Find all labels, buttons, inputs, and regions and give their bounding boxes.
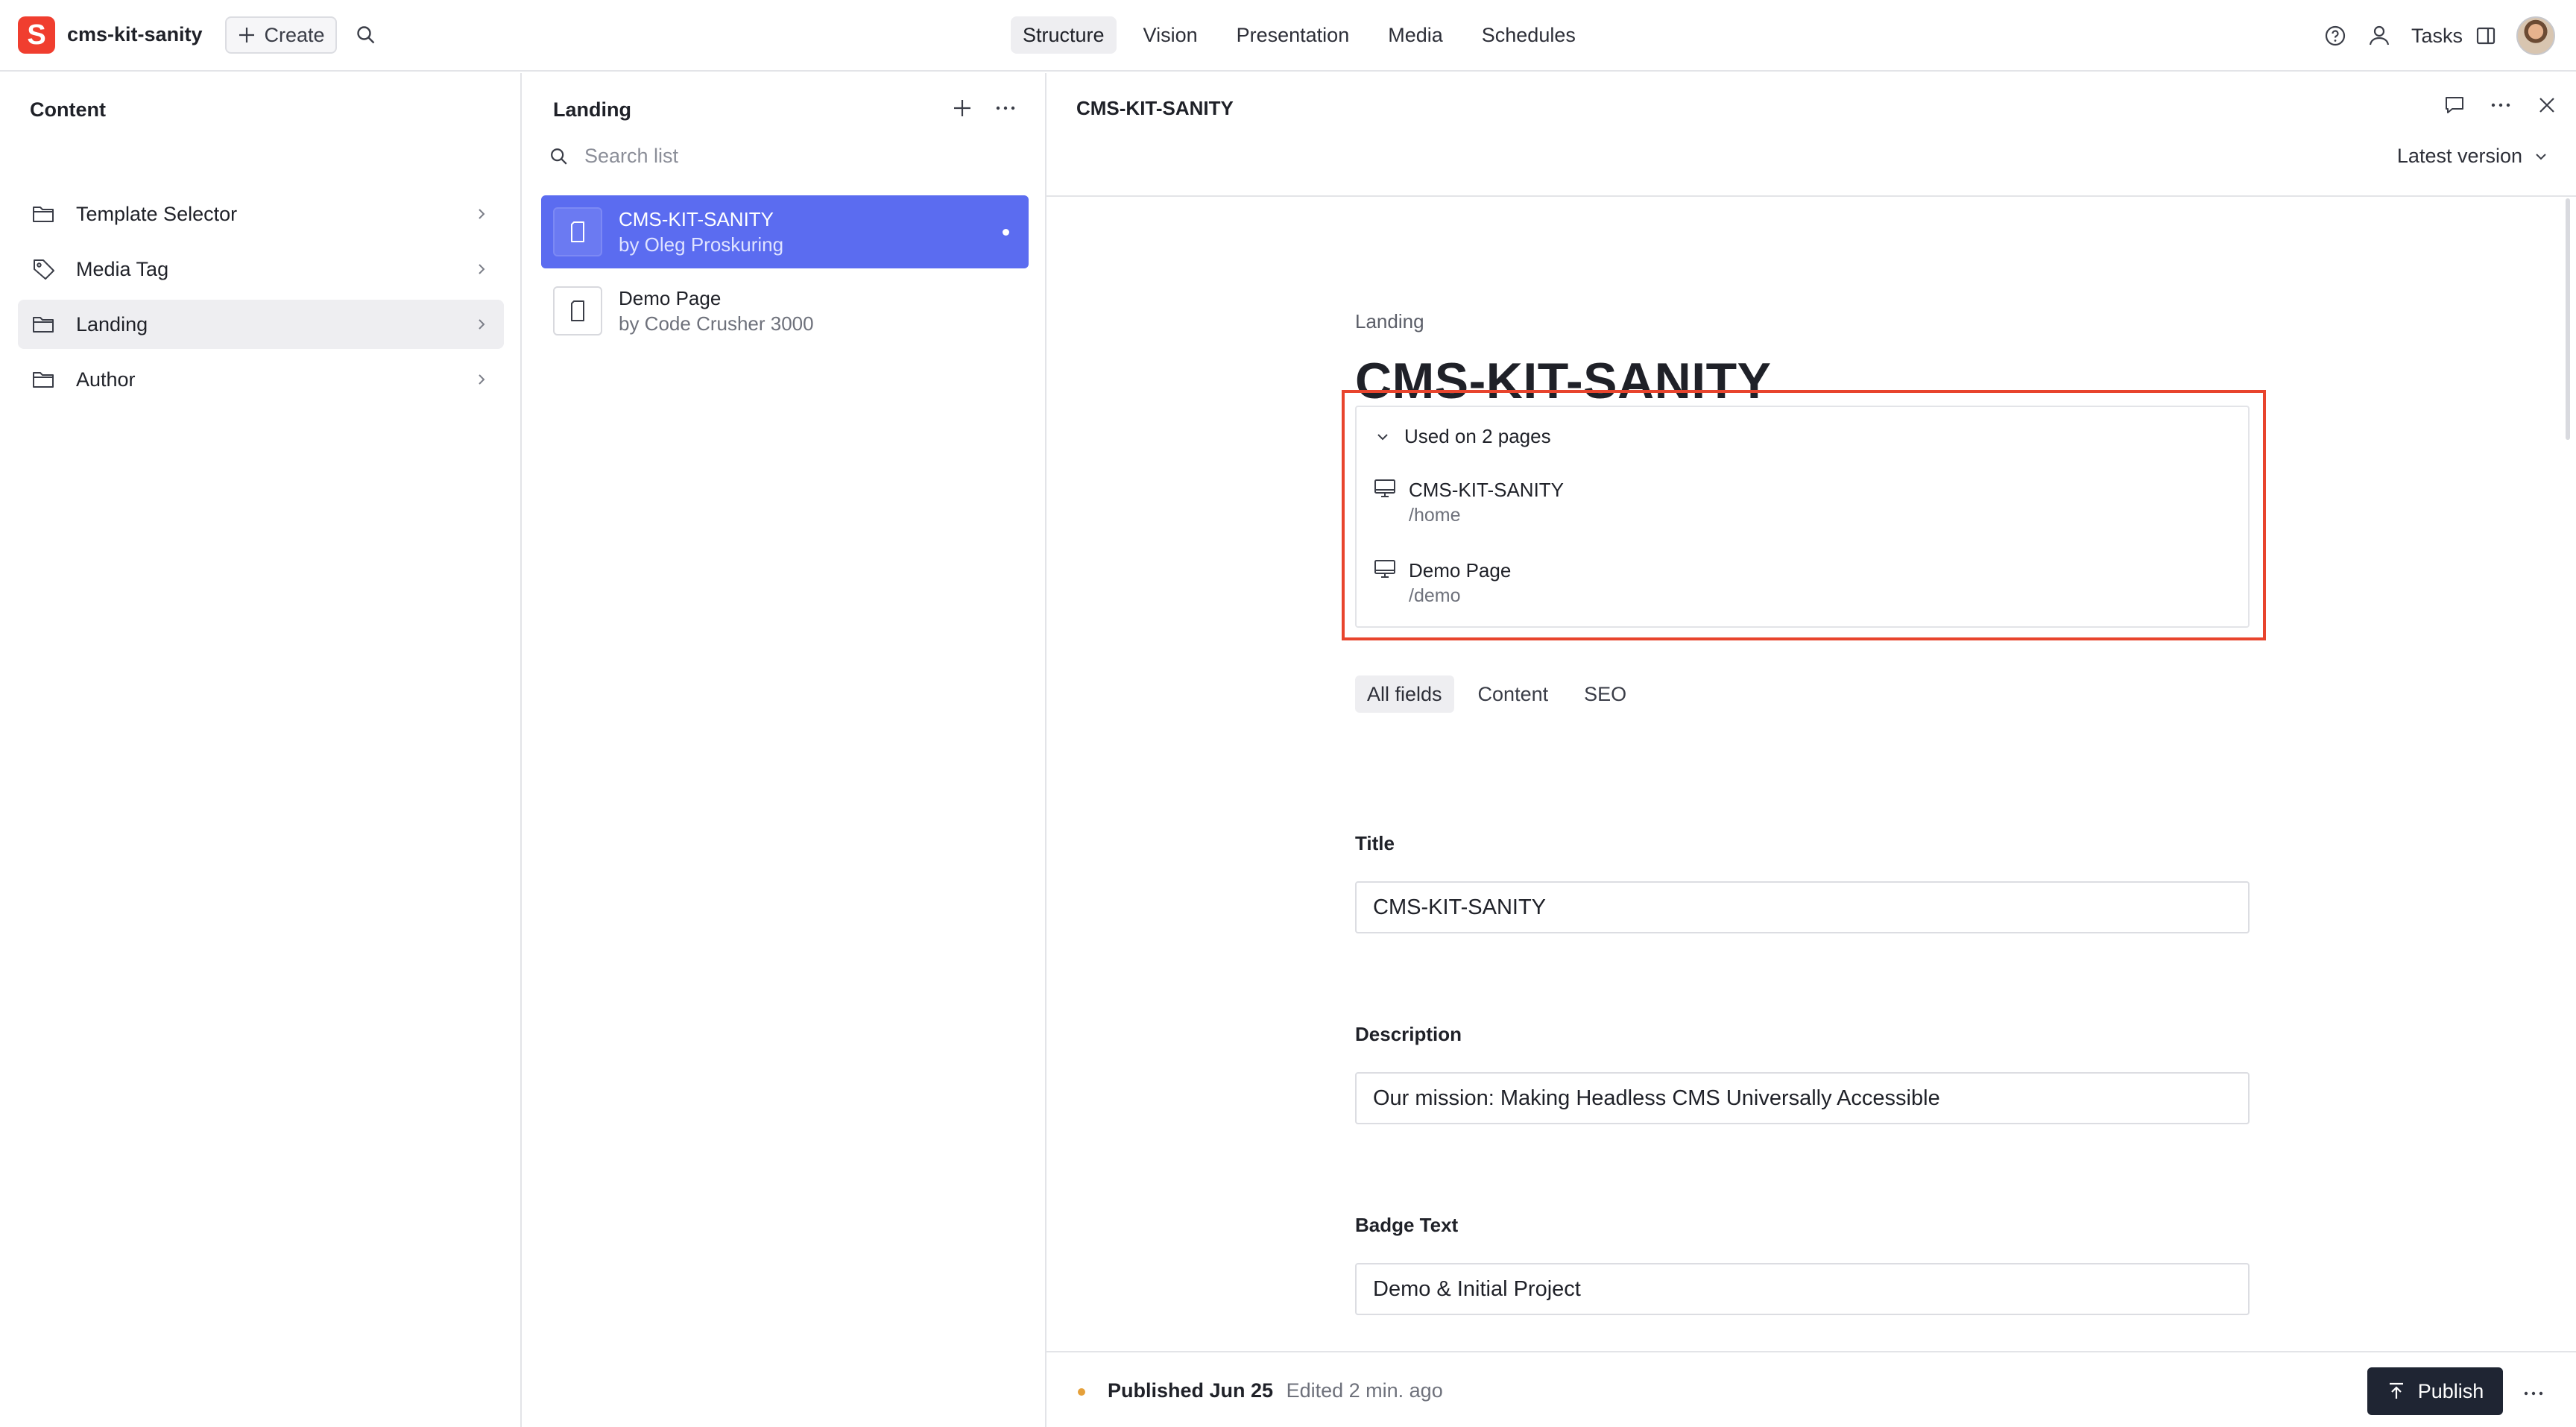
user-avatar[interactable] xyxy=(2516,16,2555,55)
create-button[interactable]: Create xyxy=(225,16,337,54)
menu-item-template-selector-row[interactable]: Template Selector xyxy=(18,189,504,239)
user-presence-icon[interactable] xyxy=(2367,23,2392,48)
document-title: CMS-KIT-SANITY xyxy=(619,208,774,230)
tag-icon xyxy=(34,259,54,280)
scrollbar[interactable] xyxy=(2566,198,2570,440)
chevron-down-icon xyxy=(1377,433,1388,440)
menu-item-label: Media Tag xyxy=(76,257,169,280)
usage-page-home[interactable]: CMS-KIT-SANITY /home xyxy=(1373,477,1564,528)
menu-item-landing[interactable]: Landing xyxy=(18,300,504,349)
workspace-name[interactable]: cms-kit-sanity xyxy=(67,23,203,46)
global-search-button[interactable] xyxy=(355,24,377,46)
close-icon[interactable] xyxy=(2536,94,2558,116)
desktop-icon xyxy=(1374,560,1395,578)
publish-button[interactable]: Publish xyxy=(2367,1367,2503,1415)
document-pane: CMS-KIT-SANITY Latest version Landing CM… xyxy=(1046,73,2576,1427)
create-button-label: Create xyxy=(264,23,325,46)
field-group-tabs: All fields Content SEO xyxy=(1355,675,1638,713)
more-options-icon[interactable] xyxy=(2490,94,2512,116)
document-icon xyxy=(571,300,584,321)
menu-item-label: Author xyxy=(76,368,136,391)
chevron-right-icon xyxy=(479,374,485,385)
menu-item-label: Template Selector xyxy=(76,202,238,225)
search-placeholder: Search list xyxy=(584,145,679,167)
tasks-button[interactable]: Tasks xyxy=(2411,25,2497,48)
published-label: Published Jun 25 xyxy=(1108,1379,1274,1402)
comments-icon[interactable] xyxy=(2443,94,2466,116)
tab-content[interactable]: Content xyxy=(1466,675,1561,713)
description-input[interactable]: Our mission: Making Headless CMS Univers… xyxy=(1355,1072,2250,1124)
split-pane-icon xyxy=(2476,27,2496,45)
usage-toggle[interactable]: Used on 2 pages xyxy=(1374,425,1551,448)
nav-presentation[interactable]: Presentation xyxy=(1225,16,1362,54)
document-subtitle: by Oleg Proskuring xyxy=(619,233,784,256)
menu-item-media-tag[interactable]: Media Tag xyxy=(18,245,504,294)
document-type-label: Landing xyxy=(1355,310,1424,333)
publish-button-label: Publish xyxy=(2417,1379,2484,1402)
nav-vision[interactable]: Vision xyxy=(1131,16,1210,54)
plus-icon xyxy=(239,28,255,42)
document-item-demo-page[interactable]: Demo Page by Code Crusher 3000 xyxy=(541,274,1029,347)
top-right-actions: Tasks xyxy=(2323,15,2555,57)
tasks-label: Tasks xyxy=(2411,24,2463,47)
nav-media[interactable]: Media xyxy=(1376,16,1455,54)
badge-text-input[interactable]: Demo & Initial Project xyxy=(1355,1263,2250,1315)
title-field-label: Title xyxy=(1355,832,1395,854)
menu-item-author[interactable]: Author xyxy=(18,355,504,404)
search-icon xyxy=(551,148,567,165)
landing-pane-title: Landing xyxy=(553,98,631,121)
document-subtitle: by Code Crusher 3000 xyxy=(619,312,814,335)
usage-panel: Used on 2 pages CMS-KIT-SANITY /home Dem… xyxy=(1355,406,2250,628)
add-document-icon[interactable] xyxy=(951,97,973,119)
folder-icon xyxy=(33,317,54,333)
chevron-down-icon xyxy=(2536,153,2546,160)
badge-text-field-label: Badge Text xyxy=(1355,1214,1459,1236)
search-list-input[interactable]: Search list xyxy=(549,145,678,168)
version-selector[interactable]: Latest version xyxy=(2397,145,2549,168)
search-icon xyxy=(357,26,375,44)
sanity-logo[interactable]: S xyxy=(18,16,55,54)
version-label: Latest version xyxy=(2396,145,2522,167)
more-options-icon[interactable] xyxy=(994,97,1017,119)
nav-structure[interactable]: Structure xyxy=(1011,16,1117,54)
document-footer: Published Jun 25 Edited 2 min. ago Publi… xyxy=(1046,1351,2576,1427)
document-header-title: CMS-KIT-SANITY xyxy=(1076,97,1234,119)
folder-icon xyxy=(33,372,54,388)
desktop-icon xyxy=(1374,479,1395,497)
description-field-label: Description xyxy=(1355,1023,1462,1045)
top-bar: S cms-kit-sanity Create Structure Vision… xyxy=(0,0,2576,72)
main-nav: Structure Vision Presentation Media Sche… xyxy=(1011,16,1588,54)
document-header: CMS-KIT-SANITY Latest version xyxy=(1046,73,2576,197)
nav-schedules[interactable]: Schedules xyxy=(1470,16,1588,54)
title-input[interactable]: CMS-KIT-SANITY xyxy=(1355,881,2250,933)
edited-label: Edited 2 min. ago xyxy=(1286,1379,1443,1402)
document-item-cms-kit-sanity[interactable]: CMS-KIT-SANITY by Oleg Proskuring xyxy=(541,195,1029,268)
chevron-right-icon xyxy=(479,319,485,330)
menu-item-label: Landing xyxy=(76,312,148,336)
chevron-right-icon xyxy=(479,264,485,274)
publish-icon xyxy=(2389,1382,2403,1399)
chevron-right-icon xyxy=(479,209,485,219)
tab-all-fields[interactable]: All fields xyxy=(1355,675,1454,713)
usage-page-path: /demo xyxy=(1409,585,1461,606)
landing-list-pane: Landing Search list CMS-KIT-SANITY by Ol… xyxy=(523,73,1046,1427)
publish-status: Published Jun 25 Edited 2 min. ago xyxy=(1108,1379,1443,1402)
usage-page-title: Demo Page xyxy=(1409,559,1512,582)
usage-page-title: CMS-KIT-SANITY xyxy=(1409,479,1565,501)
usage-page-demo[interactable]: Demo Page /demo xyxy=(1373,558,1511,608)
folder-icon xyxy=(33,207,54,222)
more-actions-icon[interactable] xyxy=(2522,1382,2545,1405)
tab-seo[interactable]: SEO xyxy=(1572,675,1638,713)
document-thumbnail xyxy=(553,207,602,256)
usage-summary: Used on 2 pages xyxy=(1404,425,1551,447)
content-pane-title: Content xyxy=(30,98,106,121)
document-icon xyxy=(571,221,584,242)
help-icon[interactable] xyxy=(2323,24,2347,48)
unpublished-changes-dot xyxy=(1003,229,1009,236)
usage-page-path: /home xyxy=(1409,505,1461,526)
content-pane: Content Template Selector Media Tag Land… xyxy=(0,73,522,1427)
document-title: Demo Page xyxy=(619,287,722,309)
status-dot xyxy=(1078,1388,1085,1396)
document-thumbnail xyxy=(553,286,602,336)
